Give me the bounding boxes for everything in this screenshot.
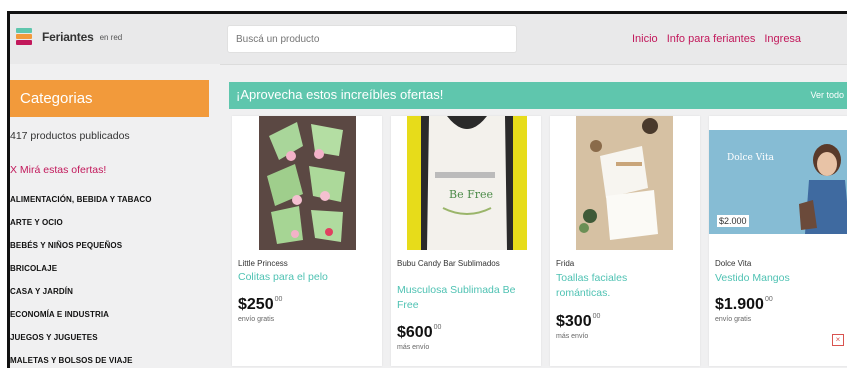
nav-link-info-feriantes[interactable]: Info para feriantes — [667, 33, 756, 45]
shipping-info: envío gratis — [238, 316, 275, 323]
category-list: ALIMENTACIÓN, BEBIDA Y TABACO ARTE Y OCI… — [10, 188, 152, 368]
image-price-tag: $2.000 — [717, 215, 749, 227]
nav-link-inicio[interactable]: Inicio — [632, 33, 658, 45]
top-nav: Inicio Info para feriantes Ingresa — [632, 33, 801, 45]
shipping-info: más envío — [556, 333, 589, 340]
logo-subtitle: en red — [99, 32, 123, 42]
product-brand: Little Princess — [238, 259, 288, 268]
category-item[interactable]: ECONOMÍA E INDUSTRIA — [10, 303, 152, 326]
product-price: $30000 — [556, 313, 601, 330]
price-cents: 00 — [592, 313, 601, 320]
product-image[interactable] — [576, 116, 673, 250]
product-card[interactable]: Frida Toallas faciales románticas. $3000… — [550, 116, 700, 366]
logo-name: Feriantes — [42, 30, 94, 44]
offers-banner: ¡Aprovecha estos increíbles ofertas! Ver… — [229, 82, 847, 109]
price-cents: 00 — [764, 296, 773, 303]
products-count: 417 productos publicados — [10, 130, 130, 142]
shipping-info: más envío — [397, 344, 430, 351]
category-item[interactable]: JUEGOS Y JUGUETES — [10, 326, 152, 349]
price-cents: 00 — [433, 324, 442, 331]
product-price: $60000 — [397, 324, 442, 341]
product-card[interactable]: Little Princess Colitas para el pelo $25… — [232, 116, 382, 366]
search-input[interactable] — [227, 25, 517, 53]
browser-frame: Feriantes en red Inicio Info para ferian… — [7, 11, 847, 368]
product-price: $1.90000 — [715, 296, 773, 313]
product-price: $25000 — [238, 296, 283, 313]
category-item[interactable]: ALIMENTACIÓN, BEBIDA Y TABACO — [10, 188, 152, 211]
logo-icon — [16, 28, 38, 46]
product-brand: Bubu Candy Bar Sublimados — [397, 259, 500, 268]
product-image[interactable] — [259, 116, 356, 250]
sidebar: Categorias 417 productos publicados X Mi… — [10, 64, 220, 368]
product-name[interactable]: Toallas faciales románticas. — [556, 271, 676, 301]
nav-link-ingresa[interactable]: Ingresa — [764, 33, 801, 45]
banner-title: ¡Aprovecha estos increíbles ofertas! — [236, 87, 444, 102]
categories-heading: Categorias — [10, 80, 209, 117]
product-image[interactable]: Dolce Vita $2.000 — [709, 130, 847, 234]
see-all-link[interactable]: Ver todo — [810, 90, 844, 100]
close-icon[interactable]: × — [832, 334, 844, 346]
svg-text:Dolce Vita: Dolce Vita — [727, 153, 775, 163]
category-item[interactable]: BRICOLAJE — [10, 257, 152, 280]
product-image[interactable]: Be Free — [407, 116, 527, 250]
category-item[interactable]: MALETAS Y BOLSOS DE VIAJE — [10, 349, 152, 368]
price-cents: 00 — [274, 296, 283, 303]
product-brand: Frida — [556, 259, 575, 268]
category-item[interactable]: BEBÉS Y NIÑOS PEQUEÑOS — [10, 234, 152, 257]
category-item[interactable]: ARTE Y OCIO — [10, 211, 152, 234]
svg-text:Be Free: Be Free — [449, 188, 493, 201]
site-header: Feriantes en red Inicio Info para ferian… — [10, 14, 847, 65]
offers-link[interactable]: X Mirá estas ofertas! — [10, 164, 106, 176]
product-name[interactable]: Vestido Mangos — [715, 271, 845, 286]
category-item[interactable]: CASA Y JARDÍN — [10, 280, 152, 303]
product-card[interactable]: Be Free Bubu Candy Bar Sublimados Muscul… — [391, 116, 541, 366]
product-card[interactable]: Dolce Vita $2.000 Dolce Vita Vestido Man… — [709, 116, 847, 366]
product-name[interactable]: Musculosa Sublimada Be Free — [397, 283, 537, 313]
site-logo[interactable]: Feriantes en red — [16, 28, 122, 46]
product-brand: Dolce Vita — [715, 259, 752, 268]
shipping-info: envío gratis — [715, 316, 752, 323]
product-name[interactable]: Colitas para el pelo — [238, 270, 378, 285]
